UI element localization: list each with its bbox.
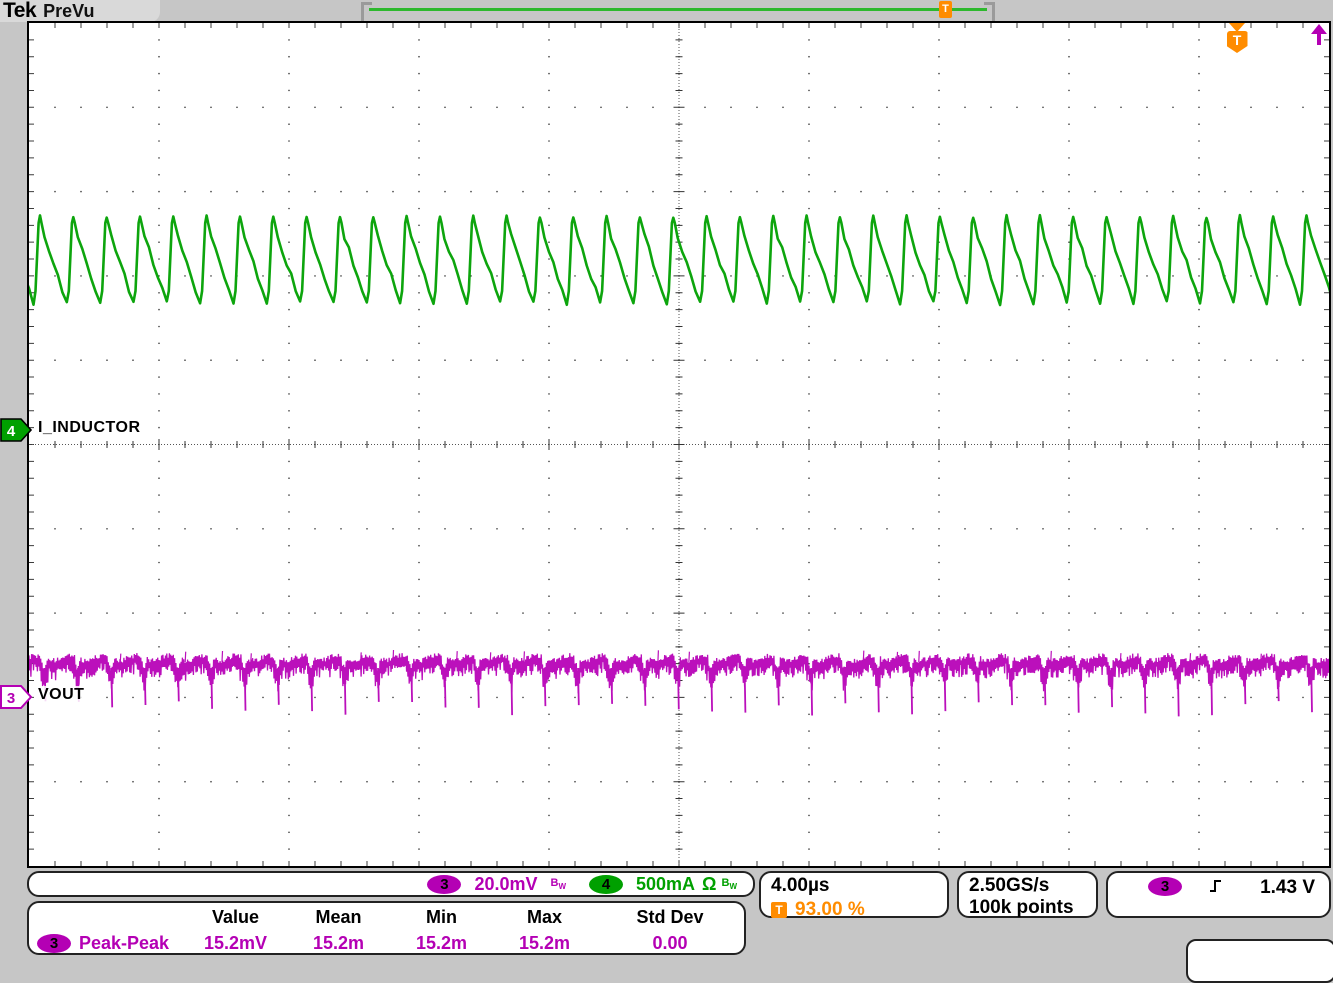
measurement-header-stddev: Std Dev xyxy=(596,904,744,930)
logo-area: Tek PreVu xyxy=(0,0,160,22)
channel3-ground-marker[interactable]: 3 xyxy=(0,684,33,710)
measurement-header-value: Value xyxy=(184,904,287,930)
measurement-header-max: Max xyxy=(493,904,596,930)
datetime-box xyxy=(1186,939,1333,983)
arrow-head xyxy=(1311,24,1327,34)
trigger-flag-icon: T xyxy=(1227,31,1248,53)
record-view-waveform-bar xyxy=(369,8,987,11)
measurement-header-min: Min xyxy=(390,904,493,930)
channel4-marker-number: 4 xyxy=(7,423,16,440)
channel3-marker-number: 3 xyxy=(7,690,15,707)
channel3-waveform-label: VOUT xyxy=(36,686,86,704)
channel4-impedance-icon: Ω xyxy=(702,874,716,895)
trigger-level-readout: 1.43 V xyxy=(1260,877,1315,899)
rising-edge-icon xyxy=(1208,878,1223,894)
measurement-source-badge[interactable]: 3 xyxy=(37,934,71,953)
horizontal-readout: 4.00µs T 93.00 % xyxy=(759,871,949,918)
measurement-max: 15.2m xyxy=(493,930,596,956)
vertical-scale-readout: 3 20.0mV BW 4 500mA Ω BW xyxy=(27,871,755,897)
record-view-trigger-position-icon[interactable]: T xyxy=(939,1,952,18)
sample-rate-readout: 2.50GS/s xyxy=(969,875,1096,897)
trigger-source-badge[interactable]: 3 xyxy=(1148,877,1182,896)
oscilloscope-screen: { "header": { "brand": "Tek", "mode": "P… xyxy=(0,0,1333,957)
acquisition-mode-label: PreVu xyxy=(43,1,94,22)
acquisition-readout: 2.50GS/s 100k points xyxy=(957,871,1098,918)
channel4-bandwidth-icon: BW xyxy=(721,877,737,891)
measurement-corner-cell xyxy=(29,904,184,930)
measurement-table: Value Mean Min Max Std Dev 3 Peak-Peak 1… xyxy=(27,901,746,955)
arrow-stem xyxy=(1317,34,1321,45)
channel4-scale: 500mA xyxy=(636,874,695,895)
waveform-display xyxy=(29,23,1329,866)
trigger-point-flag[interactable]: T xyxy=(1226,23,1248,53)
channel3-scale: 20.0mV xyxy=(474,874,537,895)
trigger-position-readout: 93.00 % xyxy=(795,899,865,921)
channel4-ground-marker[interactable]: 4 xyxy=(0,417,33,443)
channel4-badge[interactable]: 4 xyxy=(589,875,623,894)
trigger-readout: 3 1.43 V xyxy=(1106,871,1331,918)
measurement-name: Peak-Peak xyxy=(79,933,169,954)
timebase-readout: 4.00µs xyxy=(771,875,947,897)
channel4-waveform-label: I_INDUCTOR xyxy=(36,419,143,437)
measurement-mean: 15.2m xyxy=(287,930,390,956)
channel3-badge[interactable]: 3 xyxy=(427,875,461,894)
measurement-header-mean: Mean xyxy=(287,904,390,930)
graticule xyxy=(27,21,1331,868)
trigger-point-arrow-icon xyxy=(1229,23,1245,32)
tek-logo: Tek xyxy=(3,0,36,23)
measurement-min: 15.2m xyxy=(390,930,493,956)
trigger-position-icon: T xyxy=(771,902,787,918)
measurement-row-label: 3 Peak-Peak xyxy=(29,930,184,956)
measurement-stddev: 0.00 xyxy=(596,930,744,956)
record-length-readout: 100k points xyxy=(969,897,1096,919)
trigger-level-offscreen-arrow-icon xyxy=(1310,24,1327,45)
measurement-value: 15.2mV xyxy=(184,930,287,956)
channel3-bandwidth-icon: BW xyxy=(550,877,566,891)
